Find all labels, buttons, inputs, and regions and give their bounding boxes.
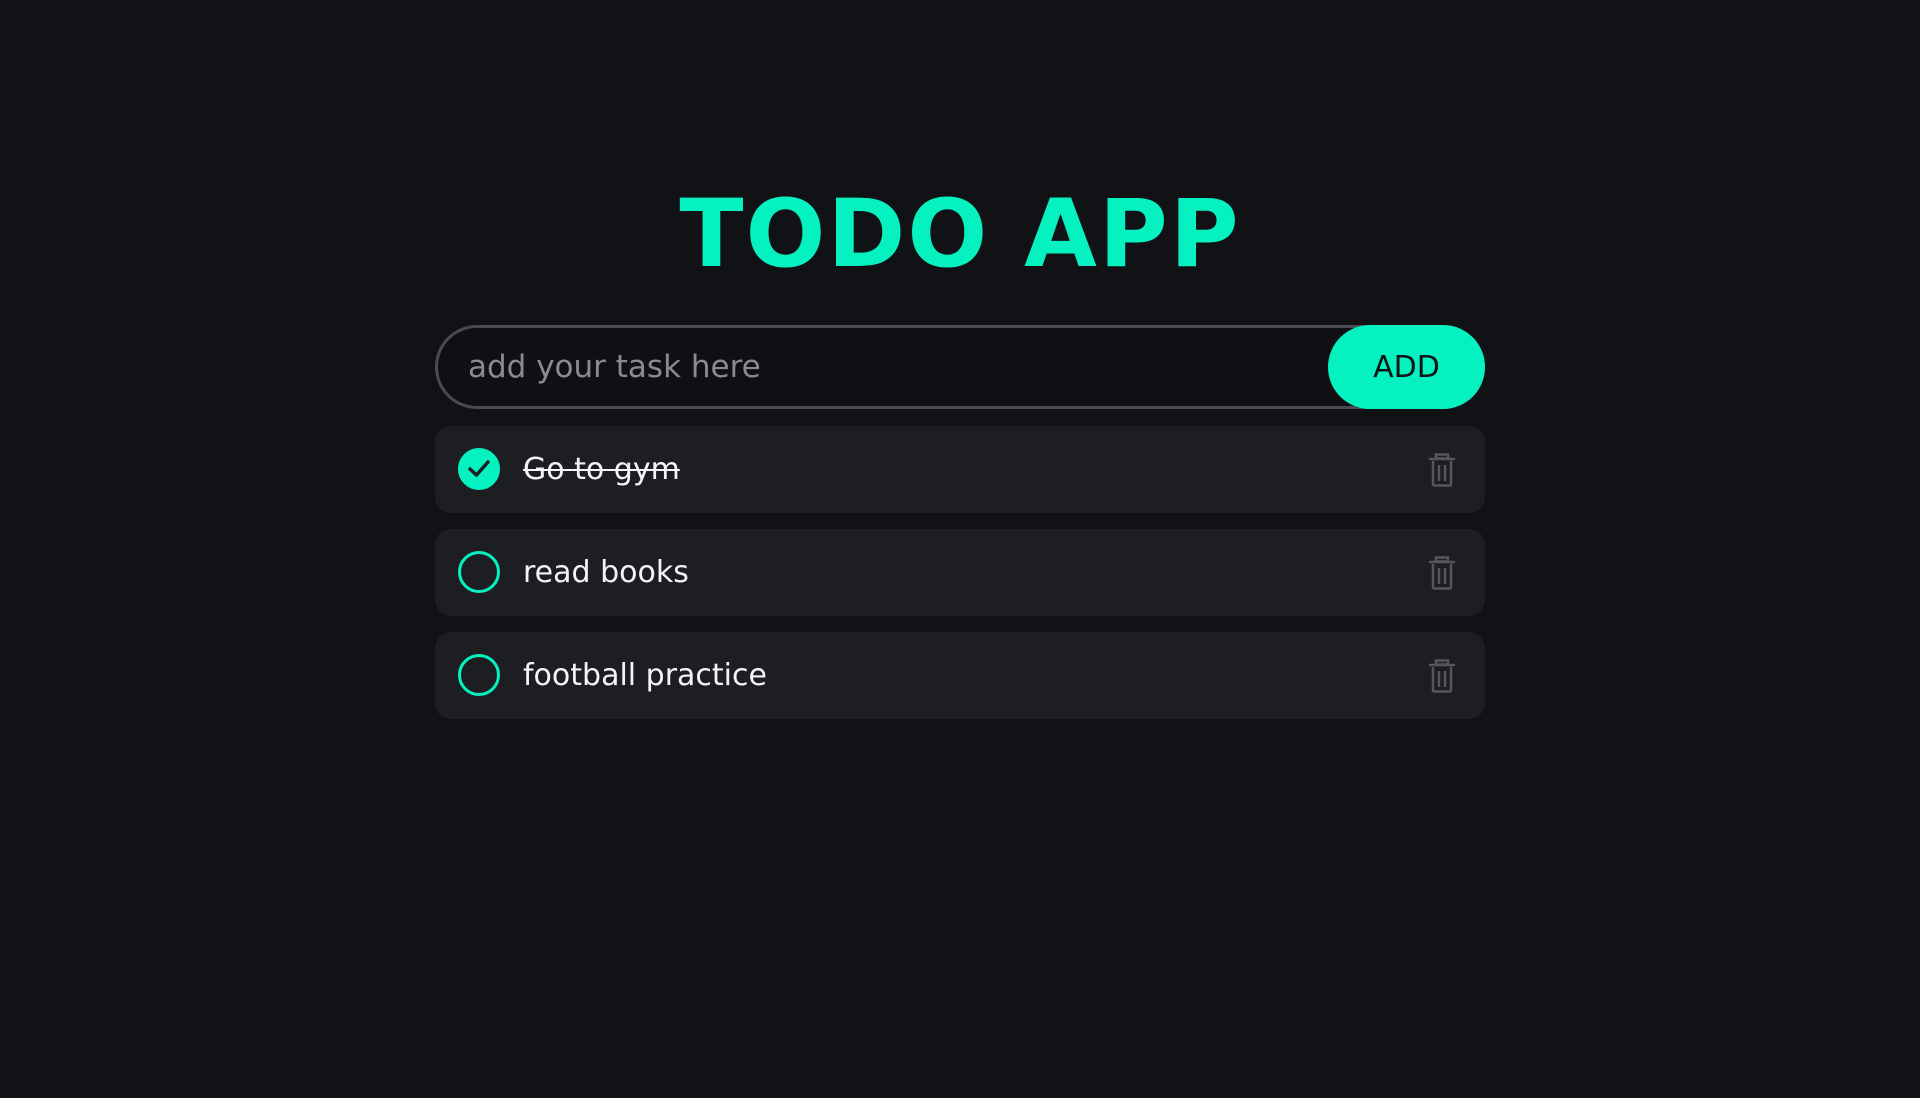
task-checkbox[interactable]	[458, 551, 500, 593]
task-label: football practice	[523, 658, 767, 693]
task-checkbox[interactable]	[458, 654, 500, 696]
trash-icon	[1428, 453, 1456, 487]
task-label: read books	[523, 555, 689, 590]
task-item-football-practice[interactable]: football practice	[435, 632, 1485, 719]
task-label: Go to gym	[523, 452, 680, 487]
check-icon	[468, 460, 490, 477]
task-item-go-to-gym[interactable]: Go to gym	[435, 426, 1485, 513]
task-checkbox[interactable]	[458, 448, 500, 490]
task-input-row: ADD	[435, 325, 1485, 409]
add-button[interactable]: ADD	[1328, 325, 1485, 409]
task-item-read-books[interactable]: read books	[435, 529, 1485, 616]
delete-button[interactable]	[1427, 659, 1457, 693]
trash-icon	[1428, 556, 1456, 590]
page-title: TODO APP	[679, 180, 1241, 289]
trash-icon	[1428, 659, 1456, 693]
delete-button[interactable]	[1427, 556, 1457, 590]
delete-button[interactable]	[1427, 453, 1457, 487]
task-list: Go to gym read books football practice	[435, 426, 1485, 735]
